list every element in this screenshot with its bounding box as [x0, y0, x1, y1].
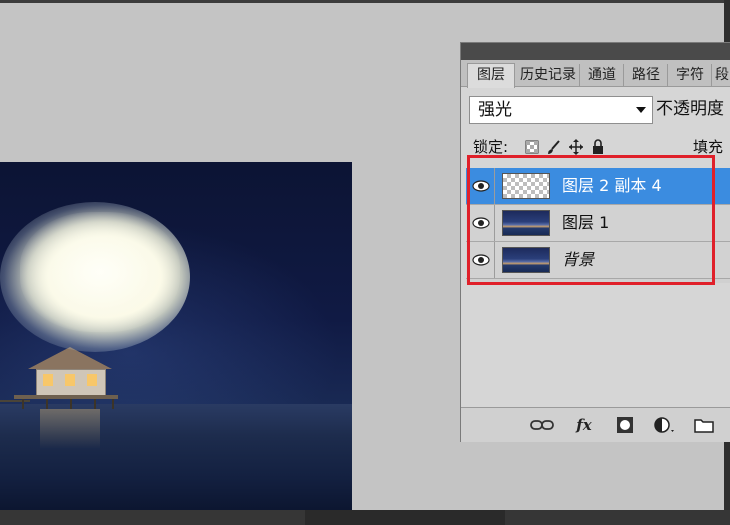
- hut-window: [87, 374, 97, 386]
- hut-post: [112, 399, 114, 409]
- image-canvas[interactable]: [0, 162, 352, 510]
- fill-label: 填充: [693, 138, 724, 156]
- soft-light-core: [20, 212, 180, 332]
- hut-post: [70, 399, 72, 409]
- hut-window: [43, 374, 53, 386]
- hut-window: [65, 374, 75, 386]
- light-reflection: [40, 409, 100, 449]
- highlight-box: [467, 155, 715, 285]
- link-icon[interactable]: [529, 416, 555, 434]
- hut-post: [94, 399, 96, 409]
- blend-mode-select[interactable]: 强光: [469, 96, 653, 124]
- tab-layers[interactable]: 图层: [467, 63, 515, 88]
- tab-paths[interactable]: 路径: [625, 64, 668, 86]
- move-icon[interactable]: [569, 139, 583, 155]
- lock-label: 锁定:: [473, 138, 509, 156]
- lock-icon[interactable]: [591, 139, 605, 155]
- new-group-icon[interactable]: [693, 416, 715, 434]
- pier: [0, 400, 30, 402]
- hut-post: [46, 399, 48, 409]
- fx-icon[interactable]: fx: [571, 416, 597, 434]
- tab-history[interactable]: 历史记录: [517, 64, 580, 86]
- chevron-down-icon: [636, 107, 646, 113]
- hut-deck: [14, 395, 118, 399]
- panel-title-bar[interactable]: [461, 43, 730, 60]
- tab-character[interactable]: 字符: [669, 64, 712, 86]
- panel-tabs: 图层 历史记录 通道 路径 字符 段: [461, 60, 730, 88]
- bottom-edge: [0, 510, 730, 525]
- panel-bottom-toolbar: fx: [461, 407, 730, 442]
- tab-paragraph[interactable]: 段: [713, 64, 730, 86]
- blend-mode-value: 强光: [478, 100, 512, 120]
- adjustment-icon[interactable]: [653, 416, 679, 434]
- opacity-label: 不透明度: [656, 99, 724, 119]
- top-edge: [0, 0, 730, 3]
- hut-body: [36, 369, 106, 397]
- mask-icon[interactable]: [615, 416, 635, 434]
- tab-channels[interactable]: 通道: [581, 64, 624, 86]
- bottom-edge-segment: [305, 510, 505, 525]
- hut-post: [22, 399, 24, 409]
- brush-icon[interactable]: [547, 139, 561, 155]
- lock-transparency-icon[interactable]: [525, 139, 539, 155]
